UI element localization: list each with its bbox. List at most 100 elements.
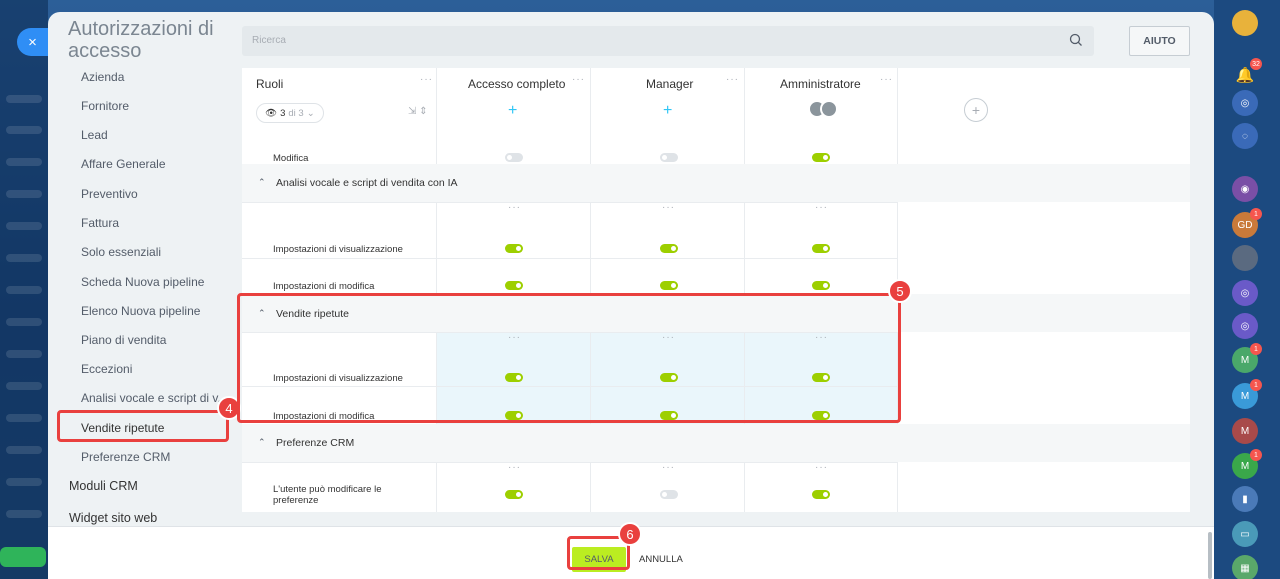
toggle-crm-pref-manager[interactable] — [660, 490, 678, 499]
toggle-ai-edit-accesso-completo[interactable] — [505, 281, 523, 290]
nav-item-elenco-nuova-pipeline[interactable]: Elenco Nuova pipeline — [81, 304, 200, 318]
roles-header: Ruoli — [256, 77, 284, 91]
section-analisi-vocale[interactable]: ⌃ Analisi vocale e script di vendita con… — [242, 164, 1190, 202]
toggle-ai-view-manager[interactable] — [660, 244, 678, 253]
help-button[interactable]: AIUTO — [1129, 26, 1190, 56]
group-avatar[interactable] — [1232, 245, 1258, 271]
column-amministratore: Amministratore — [780, 77, 861, 91]
bookmark-icon[interactable]: ▮ — [1232, 486, 1258, 512]
nav-item-solo-essenziali[interactable]: Solo essenziali — [81, 245, 161, 259]
cell-dots: ··· — [815, 202, 828, 213]
permissions-table: Ruoli ··· 👁 3 di 3 ⌄ ⇲ ⇕ Accesso complet… — [242, 68, 1190, 512]
bg-line — [6, 350, 42, 358]
search-input[interactable]: Ricerca — [252, 35, 286, 46]
annotation-badge: 6 — [618, 522, 642, 546]
collapse-sort-icon[interactable]: ⇲ ⇕ — [408, 106, 428, 117]
bg-line — [6, 158, 42, 166]
nav-item-widget-sito-web[interactable]: Widget sito web — [69, 511, 157, 525]
toggle-modifica-accesso-completo[interactable] — [505, 153, 523, 162]
nav-item-lead[interactable]: Lead — [81, 128, 108, 142]
annotation-box-nav — [57, 410, 229, 442]
bg-line — [6, 95, 42, 103]
column-manager: Manager — [646, 77, 694, 91]
nav-item-moduli-crm[interactable]: Moduli CRM — [69, 479, 138, 493]
column-menu-dots[interactable]: ··· — [572, 74, 585, 85]
user-avatar[interactable] — [1232, 10, 1258, 36]
add-role-button[interactable]: + — [964, 98, 988, 122]
nav-item-fattura[interactable]: Fattura — [81, 216, 119, 230]
nav-item-scheda-nuova-pipeline[interactable]: Scheda Nuova pipeline — [81, 275, 204, 289]
section-preferenze-crm[interactable]: ⌃ Preferenze CRM — [242, 424, 1190, 462]
assigned-users-avatars[interactable] — [808, 100, 842, 120]
chevron-down-icon: ⌄ — [306, 107, 315, 119]
copilot-icon[interactable]: ◎ — [1232, 90, 1258, 116]
bg-line — [6, 414, 42, 422]
section-label: Preferenze CRM — [276, 437, 355, 449]
chevron-up-icon: ⌃ — [258, 177, 266, 187]
column-menu-dots[interactable]: ··· — [880, 74, 893, 85]
row-label-modifica: Modifica — [273, 153, 309, 164]
contact-avatar[interactable]: M1 — [1232, 449, 1262, 479]
row-label-crm-preferences: L'utente può modificare le preferenze — [273, 484, 382, 506]
annotation-box-section — [237, 293, 901, 423]
chat-icon[interactable]: ◌ — [1232, 123, 1258, 149]
role-filter-count: 3 — [280, 107, 286, 119]
nav-item-preventivo[interactable]: Preventivo — [81, 187, 138, 201]
toggle-ai-edit-amministratore[interactable] — [812, 281, 830, 290]
message-icon[interactable]: ▭ — [1232, 521, 1258, 547]
nav-item-piano-di-vendita[interactable]: Piano di vendita — [81, 333, 166, 347]
section-label: Analisi vocale e script di vendita con I… — [276, 177, 458, 189]
avatar — [820, 100, 838, 118]
cancel-button[interactable]: ANNULLA — [639, 554, 683, 565]
background-button — [0, 547, 46, 567]
row-label-line: preferenze — [273, 495, 319, 506]
chevron-up-icon: ⌃ — [258, 437, 266, 447]
close-icon: × — [28, 33, 37, 51]
contact-avatar[interactable]: GD 1 — [1232, 208, 1262, 238]
bg-line — [6, 190, 42, 198]
row-label-line: L'utente può modificare le — [273, 484, 382, 495]
nav-item-azienda[interactable]: Azienda — [81, 70, 124, 84]
nav-item-analisi-vocale[interactable]: Analisi vocale e script di v... — [81, 391, 228, 405]
calculator-icon[interactable]: ▦ — [1232, 555, 1258, 579]
role-filter[interactable]: 👁 3 di 3 ⌄ — [256, 103, 324, 123]
close-slider-button[interactable]: × — [17, 28, 48, 56]
search-bar[interactable]: Ricerca — [242, 26, 1094, 56]
bg-line — [6, 318, 42, 326]
toggle-ai-view-amministratore[interactable] — [812, 244, 830, 253]
add-user-icon[interactable]: + — [508, 102, 517, 120]
row-label-view-settings: Impostazioni di visualizzazione — [273, 244, 403, 255]
bell-icon[interactable]: 🔔 32 — [1232, 58, 1262, 88]
copilot-chat-icon[interactable]: ◎ — [1232, 280, 1258, 306]
contact-avatar[interactable]: M1 — [1232, 379, 1262, 409]
cell-dots: ··· — [815, 462, 828, 473]
add-user-icon[interactable]: + — [663, 102, 672, 120]
page-title: Autorizzazioni di accesso — [68, 18, 214, 62]
nav-item-fornitore[interactable]: Fornitore — [81, 99, 129, 113]
contact-avatar[interactable]: M1 — [1232, 343, 1262, 373]
toggle-ai-view-accesso-completo[interactable] — [505, 244, 523, 253]
toggle-modifica-manager[interactable] — [660, 153, 678, 162]
roles-menu-dots[interactable]: ··· — [420, 74, 433, 85]
nav-item-affare-generale[interactable]: Affare Generale — [81, 157, 166, 171]
bg-line — [6, 510, 42, 518]
bg-line — [6, 222, 42, 230]
copilot-chat-icon[interactable]: ◎ — [1232, 313, 1258, 339]
openlines-icon[interactable]: ◉ — [1232, 176, 1258, 202]
toggle-crm-pref-amministratore[interactable] — [812, 490, 830, 499]
contact-avatar[interactable]: M — [1232, 418, 1258, 444]
column-menu-dots[interactable]: ··· — [726, 74, 739, 85]
bg-line — [6, 254, 42, 262]
nav-item-eccezioni[interactable]: Eccezioni — [81, 362, 132, 376]
search-icon[interactable] — [1068, 32, 1084, 48]
bg-line — [6, 126, 42, 134]
nav-item-preferenze-crm[interactable]: Preferenze CRM — [81, 450, 170, 464]
right-sidebar: 🔔 32 ◎ ◌ ◉ GD 1 ◎ ◎ M1 M1 M M1 ▮ ▭ ▦ — [1214, 0, 1280, 579]
toggle-crm-pref-accesso-completo[interactable] — [505, 490, 523, 499]
toggle-ai-edit-manager[interactable] — [660, 281, 678, 290]
scrollbar[interactable] — [1208, 532, 1212, 579]
annotation-badge: 5 — [888, 279, 912, 303]
role-filter-total: di 3 — [288, 107, 304, 119]
cell-dots: ··· — [662, 462, 675, 473]
toggle-modifica-amministratore[interactable] — [812, 153, 830, 162]
